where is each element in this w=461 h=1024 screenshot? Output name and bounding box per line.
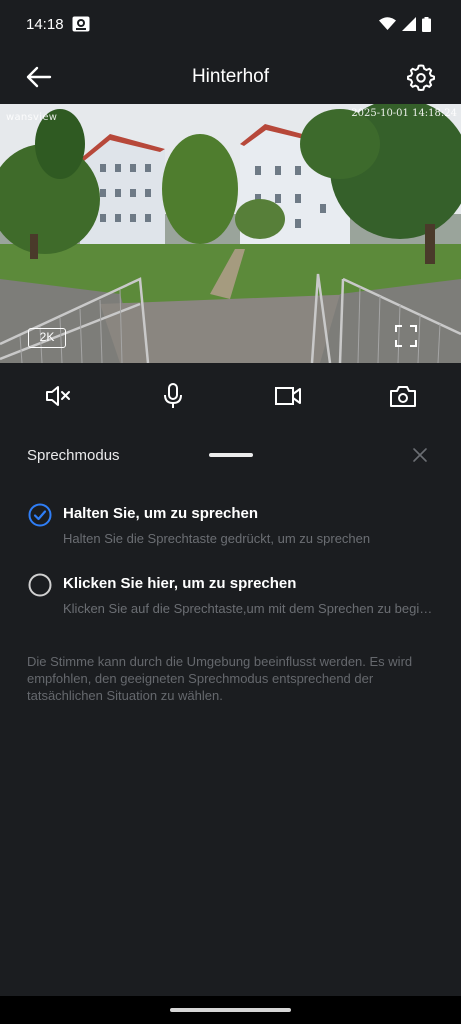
speaker-muted-icon[interactable] [44,383,72,409]
camera-live-view[interactable]: wansview 2025-10-01 14:18:24 2K [0,104,461,363]
option-title: Klicken Sie hier, um zu sprechen [63,575,297,592]
talk-mode-option-hold[interactable]: Halten Sie, um zu sprechen Halten Sie di… [0,503,461,563]
checkmark-circle-icon[interactable] [28,503,52,527]
sheet-drag-handle[interactable] [209,453,253,457]
camera-icon[interactable] [389,383,417,409]
camera-app-icon [72,16,90,32]
video-camera-icon[interactable] [274,383,302,409]
control-bar [0,363,461,425]
status-time: 14:18 [26,16,64,33]
fullscreen-icon[interactable] [394,324,418,348]
sheet-title: Sprechmodus [27,447,120,464]
camera-feed-image [0,104,461,363]
signal-icon [402,17,416,31]
system-navigation-bar [0,996,461,1024]
app-bar: Hinterhof [0,50,461,104]
battery-icon [422,16,431,32]
option-description: Klicken Sie auf die Sprechtaste,um mit d… [63,601,435,616]
camera-watermark: wansview [6,112,58,123]
gear-icon[interactable] [407,63,435,91]
status-bar: 14:18 [0,0,461,50]
talk-mode-option-click[interactable]: Klicken Sie hier, um zu sprechen Klicken… [0,573,461,633]
close-icon[interactable] [411,446,429,464]
option-title: Halten Sie, um zu sprechen [63,505,259,522]
option-description: Halten Sie die Sprechtaste gedrückt, um … [63,531,371,546]
radio-empty-icon[interactable] [28,573,52,597]
status-icons [379,16,431,32]
video-timestamp: 2025-10-01 14:18:24 [351,108,457,119]
quality-button[interactable]: 2K [28,328,66,348]
page-title: Hinterhof [191,66,270,87]
talk-mode-hint: Die Stimme kann durch die Umgebung beein… [27,654,413,703]
wifi-icon [379,17,396,30]
talk-mode-sheet-header: Sprechmodus [0,435,461,475]
microphone-icon[interactable] [159,383,187,409]
home-gesture-handle[interactable] [170,1008,291,1012]
